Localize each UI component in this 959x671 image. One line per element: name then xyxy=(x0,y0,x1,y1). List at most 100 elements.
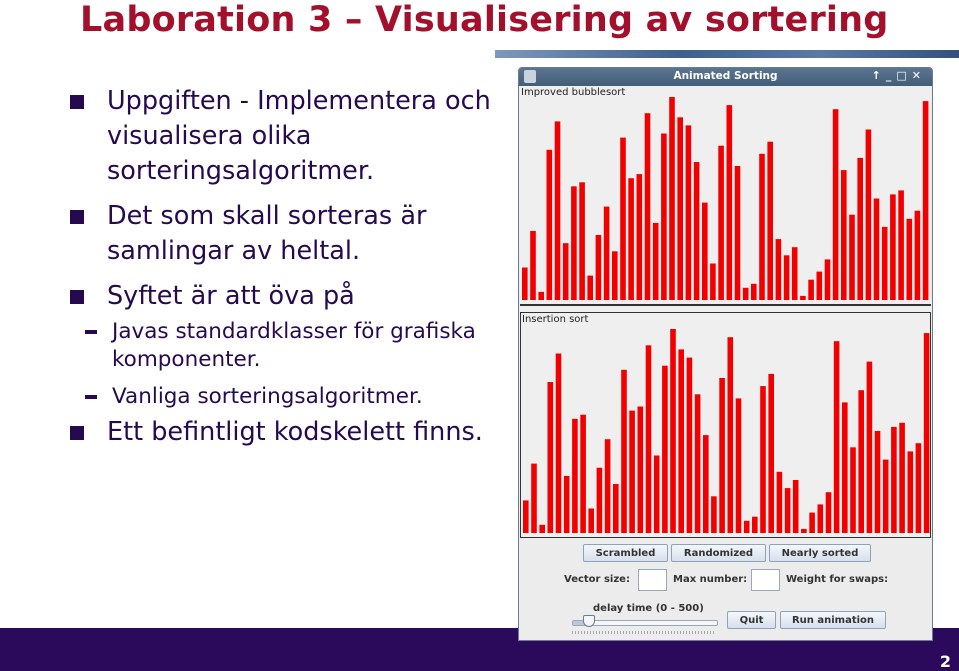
vector-size-label: Vector size: xyxy=(564,574,630,585)
sub-bullet: Vanliga sorteringsalgoritmer. xyxy=(33,383,510,411)
bar xyxy=(644,113,651,300)
max-number-input[interactable] xyxy=(751,569,780,591)
bar xyxy=(555,353,562,533)
bar xyxy=(685,125,692,301)
bar xyxy=(842,402,848,533)
close-icon[interactable]: ✕ xyxy=(912,69,926,82)
bar xyxy=(914,210,921,300)
bar xyxy=(554,121,561,301)
bar xyxy=(800,295,806,300)
window-controls: ↑_□✕ xyxy=(872,69,926,82)
bar xyxy=(621,369,627,533)
bar xyxy=(735,398,742,533)
bar xyxy=(857,157,863,300)
bar xyxy=(865,129,872,300)
bar xyxy=(832,109,839,300)
bar xyxy=(596,467,603,533)
bar xyxy=(760,386,766,533)
bar xyxy=(572,418,578,533)
bar xyxy=(711,496,717,533)
bar xyxy=(833,341,840,533)
header-banner xyxy=(495,50,959,58)
bar xyxy=(669,97,675,300)
bar xyxy=(580,414,586,533)
bar xyxy=(710,263,716,300)
slide-title: Laboration 3 – Visualisering av sorterin… xyxy=(80,0,889,40)
bar xyxy=(825,492,832,533)
scrambled-button[interactable]: Scrambled xyxy=(583,544,668,562)
panel-divider xyxy=(520,304,931,312)
controls-area: Scrambled Randomized Nearly sorted Vecto… xyxy=(519,540,932,640)
dash-bullet-icon xyxy=(85,395,97,399)
window-title: Animated Sorting xyxy=(673,70,778,82)
bar xyxy=(775,239,782,300)
bar xyxy=(530,231,536,300)
bar xyxy=(702,202,708,300)
nearly-sorted-button[interactable]: Nearly sorted xyxy=(769,544,871,562)
bar xyxy=(808,279,814,300)
bar xyxy=(612,251,618,300)
animated-sorting-window: Animated Sorting ↑_□✕ Improved bubblesor… xyxy=(518,67,933,641)
square-bullet-icon xyxy=(70,210,84,224)
bar xyxy=(776,471,783,533)
window-titlebar[interactable]: Animated Sorting ↑_□✕ xyxy=(519,68,932,86)
bar xyxy=(628,178,634,300)
bullet-text: Syftet är att öva på xyxy=(107,281,355,311)
quit-button[interactable]: Quit xyxy=(727,611,776,629)
bar xyxy=(824,259,831,300)
bar xyxy=(531,463,537,533)
bar xyxy=(915,443,922,533)
square-bullet-icon xyxy=(70,426,84,440)
bar xyxy=(923,333,930,533)
randomized-button[interactable]: Randomized xyxy=(671,544,766,562)
bullet-text: Uppgiften - Implementera och visualisera… xyxy=(107,86,491,186)
sub-bullet-text: Vanliga sorteringsalgoritmer. xyxy=(112,384,423,409)
bar xyxy=(783,255,790,300)
bar xyxy=(636,174,643,300)
bar xyxy=(547,382,554,533)
bar xyxy=(678,349,684,533)
bar xyxy=(694,394,701,533)
sub-bullet-text: Javas standardklasser för grafiska kompo… xyxy=(112,319,476,372)
run-animation-button[interactable]: Run animation xyxy=(780,611,886,629)
slider-ticks xyxy=(572,631,716,634)
bar xyxy=(792,480,799,533)
bar xyxy=(587,275,593,300)
up-arrow-icon[interactable]: ↑ xyxy=(872,69,886,82)
bar xyxy=(538,291,544,300)
bar xyxy=(588,508,594,533)
bar xyxy=(629,410,635,533)
bar xyxy=(907,451,914,533)
bar xyxy=(866,361,873,533)
bar xyxy=(686,357,693,533)
bar xyxy=(906,218,913,300)
bar xyxy=(882,459,889,533)
bar xyxy=(693,162,700,300)
bar xyxy=(620,137,626,300)
bar xyxy=(613,484,619,533)
bullet-text: Ett befintligt kodskelett finns. xyxy=(107,417,483,447)
bar xyxy=(841,170,847,300)
bar xyxy=(759,153,765,300)
weight-for-swaps-label: Weight for swaps: xyxy=(786,574,889,585)
bullet: Ett befintligt kodskelett finns. xyxy=(70,415,587,450)
bullet: Syftet är att öva på xyxy=(70,279,510,314)
bar xyxy=(817,504,824,533)
bar xyxy=(768,373,774,533)
bar xyxy=(767,141,773,300)
bar xyxy=(718,145,724,300)
vector-size-input[interactable] xyxy=(638,569,667,591)
bar xyxy=(719,378,725,533)
sub-bullet: Javas standardklasser för grafiska kompo… xyxy=(33,318,510,374)
bar xyxy=(522,267,528,300)
bar xyxy=(858,390,864,533)
dash-bullet-icon xyxy=(85,330,97,334)
minimize-icon[interactable]: _ xyxy=(886,69,897,82)
bar xyxy=(539,524,545,533)
bullet-list: Uppgiften - Implementera och visualisera… xyxy=(70,84,510,460)
bar xyxy=(801,528,807,533)
bar xyxy=(637,406,644,533)
bar xyxy=(662,365,668,533)
bar xyxy=(652,222,659,300)
maximize-icon[interactable]: □ xyxy=(896,69,911,82)
